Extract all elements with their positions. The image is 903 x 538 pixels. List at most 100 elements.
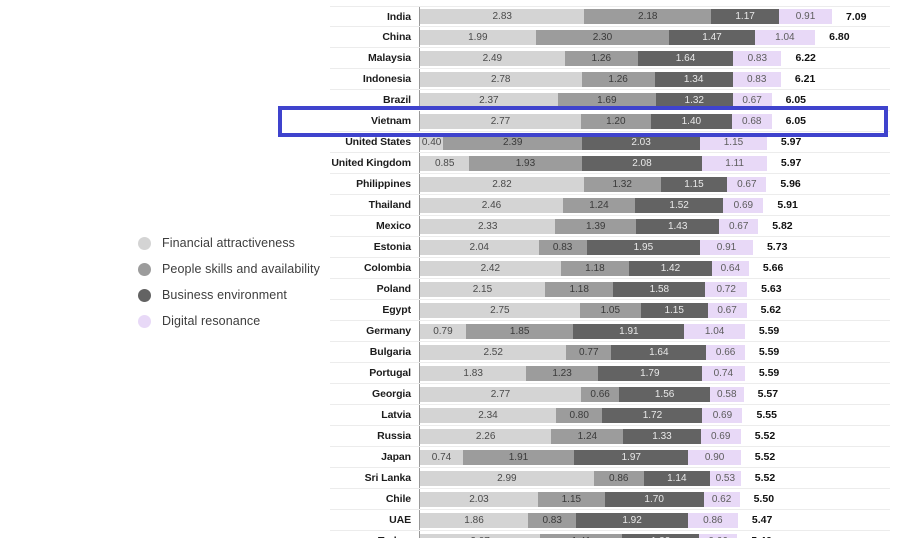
bar-segment-business_environment[interactable]: 1.40 xyxy=(650,113,733,129)
bar-segment-people_skills[interactable]: 1.24 xyxy=(551,428,624,444)
bar-segment-digital_resonance[interactable]: 0.66 xyxy=(706,344,745,360)
bar-segment-business_environment[interactable]: 1.34 xyxy=(654,71,733,87)
chart-row[interactable]: Indonesia 2.78 1.26 1.34 0.83 6.21 xyxy=(330,69,890,90)
chart-row[interactable]: Poland 2.15 1.18 1.58 0.72 5.63 xyxy=(330,279,890,300)
bar-segment-digital_resonance[interactable]: 0.67 xyxy=(727,176,767,192)
bar-segment-business_environment[interactable]: 1.56 xyxy=(619,386,710,402)
chart-row[interactable]: Bulgaria 2.52 0.77 1.64 0.66 5.59 xyxy=(330,342,890,363)
bar-segment-people_skills[interactable]: 1.93 xyxy=(469,155,582,171)
bar-segment-people_skills[interactable]: 1.20 xyxy=(580,113,651,129)
bar-segment-people_skills[interactable]: 1.18 xyxy=(560,260,630,276)
bar-segment-business_environment[interactable]: 1.15 xyxy=(660,176,728,192)
chart-row[interactable]: China 1.99 2.30 1.47 1.04 6.80 xyxy=(330,27,890,48)
chart-row[interactable]: Vietnam 2.77 1.20 1.40 0.68 6.05 xyxy=(330,111,890,132)
bar-segment-business_environment[interactable]: 1.64 xyxy=(637,50,734,66)
bar-segment-digital_resonance[interactable]: 0.66 xyxy=(698,533,738,538)
bar-segment-business_environment[interactable]: 1.14 xyxy=(643,470,710,486)
bar-segment-financial_attractiveness[interactable]: 2.07 xyxy=(420,533,541,538)
bar-segment-financial_attractiveness[interactable]: 0.79 xyxy=(420,323,466,339)
chart-row[interactable]: Germany 0.79 1.85 1.91 1.04 5.59 xyxy=(330,321,890,342)
bar-segment-financial_attractiveness[interactable]: 2.03 xyxy=(420,491,538,507)
bar-segment-financial_attractiveness[interactable]: 2.52 xyxy=(420,344,567,360)
bar-segment-digital_resonance[interactable]: 0.53 xyxy=(709,470,741,486)
chart-row[interactable]: Sri Lanka 2.99 0.86 1.14 0.53 5.52 xyxy=(330,468,890,489)
bar-segment-business_environment[interactable]: 1.92 xyxy=(576,512,688,528)
bar-segment-business_environment[interactable]: 1.47 xyxy=(669,29,755,45)
bar-segment-financial_attractiveness[interactable]: 2.77 xyxy=(420,386,581,402)
chart-row[interactable]: Malaysia 2.49 1.26 1.64 0.83 6.22 xyxy=(330,48,890,69)
bar-segment-digital_resonance[interactable]: 1.04 xyxy=(754,29,816,45)
bar-segment-financial_attractiveness[interactable]: 2.34 xyxy=(420,407,556,423)
bar-segment-business_environment[interactable]: 2.08 xyxy=(581,155,703,171)
bar-segment-digital_resonance[interactable]: 0.83 xyxy=(733,50,782,66)
bar-segment-people_skills[interactable]: 1.85 xyxy=(465,323,574,339)
bar-segment-financial_attractiveness[interactable]: 2.99 xyxy=(420,470,594,486)
bar-segment-digital_resonance[interactable]: 0.90 xyxy=(688,449,741,465)
bar-segment-business_environment[interactable]: 1.52 xyxy=(634,197,724,213)
legend-item-business_environment[interactable]: Business environment xyxy=(138,282,338,308)
bar-segment-financial_attractiveness[interactable]: 0.85 xyxy=(420,155,470,171)
chart-row[interactable]: Japan 0.74 1.91 1.97 0.90 5.52 xyxy=(330,447,890,468)
bar-segment-financial_attractiveness[interactable]: 2.26 xyxy=(420,428,552,444)
bar-segment-digital_resonance[interactable]: 1.04 xyxy=(684,323,745,339)
bar-segment-digital_resonance[interactable]: 0.72 xyxy=(705,281,748,297)
bar-segment-financial_attractiveness[interactable]: 2.49 xyxy=(420,50,565,66)
bar-segment-business_environment[interactable]: 1.15 xyxy=(640,302,708,318)
bar-segment-people_skills[interactable]: 0.66 xyxy=(580,386,620,402)
bar-segment-people_skills[interactable]: 1.15 xyxy=(537,491,605,507)
bar-segment-digital_resonance[interactable]: 0.83 xyxy=(732,71,781,87)
bar-segment-financial_attractiveness[interactable]: 2.46 xyxy=(420,197,563,213)
bar-segment-digital_resonance[interactable]: 0.69 xyxy=(723,197,764,213)
bar-segment-digital_resonance[interactable]: 0.67 xyxy=(707,302,747,318)
bar-segment-business_environment[interactable]: 1.33 xyxy=(623,428,701,444)
chart-row[interactable]: United Kingdom 0.85 1.93 2.08 1.11 5.97 xyxy=(330,153,890,174)
bar-segment-digital_resonance[interactable]: 0.86 xyxy=(687,512,738,528)
bar-segment-business_environment[interactable]: 1.79 xyxy=(597,365,702,381)
bar-segment-digital_resonance[interactable]: 0.69 xyxy=(702,407,743,423)
bar-segment-people_skills[interactable]: 2.30 xyxy=(535,29,670,45)
bar-segment-financial_attractiveness[interactable]: 2.15 xyxy=(420,281,545,297)
bar-segment-financial_attractiveness[interactable]: 2.78 xyxy=(420,71,582,87)
chart-row[interactable]: Thailand 2.46 1.24 1.52 0.69 5.91 xyxy=(330,195,890,216)
chart-row[interactable]: Latvia 2.34 0.80 1.72 0.69 5.55 xyxy=(330,405,890,426)
bar-segment-business_environment[interactable]: 1.91 xyxy=(573,323,685,339)
bar-segment-digital_resonance[interactable]: 1.11 xyxy=(702,155,767,171)
bar-segment-digital_resonance[interactable]: 0.74 xyxy=(701,365,745,381)
bar-segment-people_skills[interactable]: 1.26 xyxy=(581,71,655,87)
chart-row[interactable]: Colombia 2.42 1.18 1.42 0.64 5.66 xyxy=(330,258,890,279)
bar-segment-business_environment[interactable]: 1.70 xyxy=(604,491,704,507)
bar-segment-financial_attractiveness[interactable]: 2.33 xyxy=(420,218,556,234)
chart-row[interactable]: Philippines 2.82 1.32 1.15 0.67 5.96 xyxy=(330,174,890,195)
chart-row[interactable]: Turkey2.071.411.320.66 5.46 xyxy=(330,531,890,538)
bar-segment-financial_attractiveness[interactable]: 0.74 xyxy=(420,449,463,465)
bar-segment-business_environment[interactable]: 1.95 xyxy=(586,239,701,255)
chart-row[interactable]: Estonia 2.04 0.83 1.95 0.91 5.73 xyxy=(330,237,890,258)
chart-row[interactable]: India 2.83 2.18 1.17 0.91 7.09 xyxy=(330,6,890,27)
bar-segment-people_skills[interactable]: 1.32 xyxy=(583,176,661,192)
bar-segment-people_skills[interactable]: 1.23 xyxy=(526,365,598,381)
chart-row[interactable]: Portugal 1.83 1.23 1.79 0.74 5.59 xyxy=(330,363,890,384)
bar-segment-business_environment[interactable]: 1.17 xyxy=(711,9,780,24)
bar-segment-people_skills[interactable]: 2.18 xyxy=(584,9,712,24)
bar-segment-people_skills[interactable]: 1.24 xyxy=(562,197,635,213)
bar-segment-financial_attractiveness[interactable]: 1.86 xyxy=(420,512,529,528)
bar-segment-digital_resonance[interactable]: 0.91 xyxy=(700,239,753,255)
bar-segment-business_environment[interactable]: 1.97 xyxy=(573,449,689,465)
bar-segment-business_environment[interactable]: 1.64 xyxy=(611,344,707,360)
bar-segment-digital_resonance[interactable]: 0.58 xyxy=(709,386,744,402)
bar-segment-people_skills[interactable]: 1.39 xyxy=(555,218,637,234)
chart-row[interactable]: Chile 2.03 1.15 1.70 0.62 5.50 xyxy=(330,489,890,510)
bar-segment-digital_resonance[interactable]: 0.67 xyxy=(719,218,759,234)
bar-segment-financial_attractiveness[interactable]: 1.83 xyxy=(420,365,527,381)
bar-segment-financial_attractiveness[interactable]: 2.82 xyxy=(420,176,584,192)
bar-segment-people_skills[interactable]: 0.83 xyxy=(538,239,587,255)
bar-segment-financial_attractiveness[interactable]: 2.04 xyxy=(420,239,539,255)
bar-segment-digital_resonance[interactable]: 0.68 xyxy=(732,113,772,129)
bar-segment-people_skills[interactable]: 1.05 xyxy=(579,302,641,318)
bar-segment-digital_resonance[interactable]: 0.69 xyxy=(700,428,741,444)
bar-segment-people_skills[interactable]: 1.26 xyxy=(564,50,638,66)
bar-segment-financial_attractiveness[interactable]: 2.77 xyxy=(420,113,581,129)
chart-row[interactable]: Russia 2.26 1.24 1.33 0.69 5.52 xyxy=(330,426,890,447)
bar-segment-digital_resonance[interactable]: 0.62 xyxy=(703,491,740,507)
bar-segment-financial_attractiveness[interactable]: 2.83 xyxy=(420,9,585,24)
